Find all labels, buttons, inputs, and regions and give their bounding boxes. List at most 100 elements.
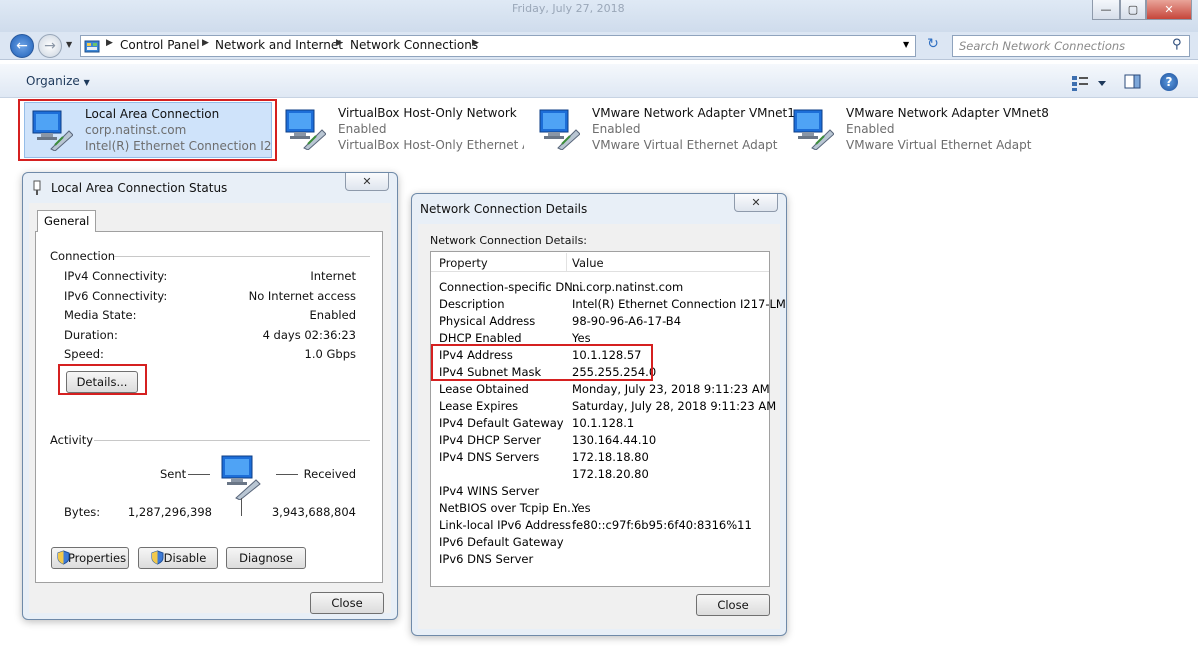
row-value: Yes [572,331,591,345]
bytes-divider [241,498,242,516]
change-view-button[interactable] [1070,74,1110,92]
row-property: Link-local IPv6 Address [439,518,572,532]
row-property: IPv4 WINS Server [439,484,540,498]
column-value[interactable]: Value [572,256,604,270]
disable-button[interactable]: Disable [138,547,218,569]
row-value: Yes [572,501,591,515]
received-label: Received [303,467,356,481]
table-row[interactable]: Description Intel(R) Ethernet Connection … [431,296,786,313]
search-input[interactable]: Search Network Connections [952,35,1190,57]
control-panel-icon [84,38,100,54]
close-window-button[interactable]: ✕ [1146,0,1192,20]
table-row[interactable]: Link-local IPv6 Address fe80::c97f:6b95:6… [431,517,769,534]
list-header: Property Value [431,252,769,272]
general-tab-page: Connection IPv4 Connectivity: Internet I… [35,231,383,583]
row-property: Lease Expires [439,399,519,413]
adapter-status: Enabled [338,122,387,136]
breadcrumb-separator-icon[interactable]: ▶ [336,38,343,48]
breadcrumb-separator-icon[interactable]: ▶ [472,38,479,48]
details-close-button[interactable]: Close [696,594,770,616]
column-property[interactable]: Property [439,256,488,270]
row-property: Lease Obtained [439,382,529,396]
properties-label: Properties [67,551,127,565]
row-property: Description [439,297,505,311]
adapter-device: VMware Virtual Ethernet Adapter ... [592,138,778,152]
status-dialog-close-icon[interactable]: ✕ [345,173,389,191]
refresh-icon[interactable]: ↻ [922,36,944,56]
table-row[interactable]: IPv4 Default Gateway 10.1.128.1 [431,415,769,432]
breadcrumb-network-connections[interactable]: Network Connections [350,38,478,52]
details-dialog: Network Connection Details ✕ Network Con… [411,193,787,636]
table-row[interactable]: IPv6 DNS Server [431,551,769,568]
status-dialog: Local Area Connection Status ✕ General C… [22,172,398,620]
breadcrumb-separator-icon[interactable]: ▶ [106,38,113,48]
recent-pages-dropdown[interactable]: ▼ [66,40,72,49]
preview-pane-icon[interactable] [1124,73,1142,91]
row-value: ni.corp.natinst.com [572,280,684,294]
row-value: Saturday, July 28, 2018 9:11:23 AM [572,399,777,413]
organize-label: Organize [26,74,80,88]
maximize-button[interactable]: ▢ [1120,0,1146,20]
ipv4-connectivity-label: IPv4 Connectivity: [64,269,168,283]
properties-button[interactable]: Properties [51,547,129,569]
adapter-name: VMware Network Adapter VMnet8 [846,106,1049,120]
search-icon[interactable]: ⚲ [1172,37,1182,52]
back-button[interactable]: ← [10,34,34,58]
details-dialog-close-icon[interactable]: ✕ [734,194,778,212]
adapter-vmnet1[interactable]: VMware Network Adapter VMnet1 Enabled VMwa… [532,102,795,158]
ipv6-connectivity-label: IPv6 Connectivity: [64,289,168,303]
details-dialog-title: Network Connection Details [420,202,588,216]
table-row[interactable]: Lease Expires Saturday, July 28, 2018 9:1… [431,398,776,415]
minimize-button[interactable]: — [1092,0,1120,20]
row-property: IPv4 Default Gateway [439,416,564,430]
breadcrumb-separator-icon[interactable]: ▶ [202,38,209,48]
breadcrumb-control-panel[interactable]: Control Panel [120,38,200,52]
table-row[interactable]: Lease Obtained Monday, July 23, 2018 9:11… [431,381,770,398]
speed-label: Speed: [64,347,104,361]
column-divider[interactable] [566,253,567,271]
view-options-icon [1072,76,1106,91]
table-row[interactable]: Physical Address 98-90-96-A6-17-B4 [431,313,769,330]
row-property: IPv4 DHCP Server [439,433,541,447]
disable-label: Disable [163,551,207,565]
network-adapter-icon [536,106,581,151]
received-line [276,474,298,475]
details-list[interactable]: Property Value Connection-specific DN...… [430,251,786,587]
row-property: NetBIOS over Tcpip En... [439,501,579,515]
row-value: 98-90-96-A6-17-B4 [572,314,682,328]
adapter-virtualbox[interactable]: VirtualBox Host-Only Network Enabled Virtu… [278,102,526,158]
table-row[interactable]: IPv4 DNS Servers 172.18.18.80 [431,449,769,466]
help-icon[interactable]: ? [1160,73,1178,91]
forward-button[interactable]: → [38,34,62,58]
activity-header: Activity [50,433,94,447]
adapter-status: Enabled [846,122,895,136]
speed-value: 1.0 Gbps [304,347,356,361]
row-property: IPv4 DNS Servers [439,450,540,464]
uac-shield-icon [151,550,164,565]
address-dropdown-icon[interactable]: ▼ [903,40,909,49]
diagnose-button[interactable]: Diagnose [226,547,306,569]
network-adapter-icon [790,106,835,151]
table-row[interactable]: 172.18.20.80 [431,466,769,483]
row-value: 10.1.128.1 [572,416,635,430]
row-value: fe80::c97f:6b95:6f40:8316%11 [572,518,752,532]
connection-header: Connection [50,249,116,263]
duration-value: 4 days 02:36:23 [262,328,356,342]
table-row[interactable]: IPv4 DHCP Server 130.164.44.10 [431,432,769,449]
organize-menu[interactable]: Organize ▼ [26,74,90,88]
status-close-button[interactable]: Close [310,592,384,614]
table-row[interactable]: Connection-specific DN... ni.corp.natinst… [431,279,769,296]
details-caption: Network Connection Details: [430,234,588,247]
row-property: DHCP Enabled [439,331,522,345]
breadcrumb-network-and-internet[interactable]: Network and Internet [215,38,343,52]
sent-line [188,474,210,475]
adapter-vmnet8[interactable]: VMware Network Adapter VMnet8 Enabled VMwa… [786,102,1049,158]
network-status-icon [31,180,43,196]
row-property: IPv6 DNS Server [439,552,534,566]
table-row[interactable]: NetBIOS over Tcpip En... Yes [431,500,769,517]
table-row[interactable]: IPv6 Default Gateway [431,534,769,551]
row-property: IPv6 Default Gateway [439,535,564,549]
tab-general[interactable]: General [37,210,97,232]
table-row[interactable]: IPv4 WINS Server [431,483,769,500]
command-bar [0,64,1198,98]
